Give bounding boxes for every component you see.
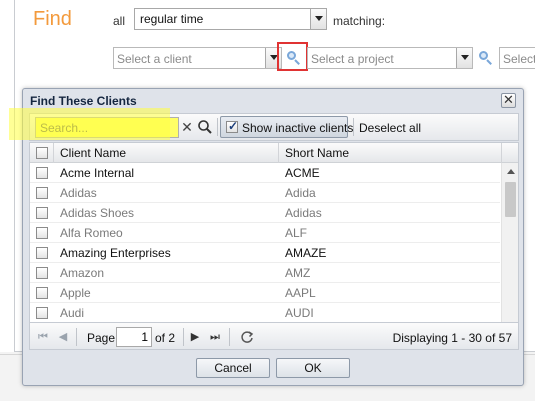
client-name-cell: Acme Internal [60,166,135,180]
row-checkbox[interactable] [36,287,48,299]
short-name-cell: ALF [285,226,308,240]
table-row[interactable]: Amazing Enterprises AMAZE [30,243,500,263]
grid-header: Client Name Short Name [30,143,518,163]
client-name-cell: Adidas [60,186,97,200]
select-all-column [30,143,54,163]
short-name-cell: AMAZE [285,246,327,260]
table-row[interactable]: Alfa Romeo ALF [30,223,500,243]
table-row[interactable]: Adidas Shoes Adidas [30,203,500,223]
grid-scrollbar[interactable] [501,163,518,345]
column-header-client-name[interactable]: Client Name [54,143,279,163]
dialog-title: Find These Clients [30,94,137,108]
time-type-select[interactable]: regular time [134,8,327,30]
callout-highlight-box [277,42,308,71]
extra-select-placeholder: Select [503,52,535,66]
dialog-header: Find These Clients ✕ [23,89,523,111]
extra-select[interactable]: Select [499,47,535,69]
show-inactive-checkbox[interactable] [226,119,238,133]
row-checkbox[interactable] [36,207,48,219]
short-name-cell: AUDI [285,306,314,320]
paging-display-text: Displaying 1 - 30 of 57 [392,331,512,345]
last-page-icon[interactable]: ⏭ [208,330,222,344]
select-all-checkbox[interactable] [36,147,48,159]
column-header-short-name[interactable]: Short Name [279,143,502,163]
row-checkbox[interactable] [36,227,48,239]
client-name-cell: Audi [60,306,85,320]
table-row[interactable]: Amazon AMZ [30,263,500,283]
dialog-toolbar: ✕ Show inactive clients Deselect all [29,113,519,141]
table-row[interactable]: Adidas Adida [30,183,500,203]
previous-page-icon[interactable]: ◀ [56,330,70,344]
search-icon[interactable] [196,118,214,136]
next-page-icon[interactable]: ▶ [188,330,202,344]
scrollbar-thumb[interactable] [505,182,516,217]
paging-toolbar: ⏮ ◀ Page of 2 ▶ ⏭ Displaying 1 - 30 of 5… [29,322,519,350]
chevron-down-icon[interactable] [456,48,472,68]
client-name-cell: Adidas Shoes [60,206,135,220]
short-name-cell: ACME [285,166,320,180]
matching-label: matching: [333,14,386,28]
row-checkbox[interactable] [36,187,48,199]
short-name-cell: AMZ [285,266,311,280]
page-label: Page [87,331,116,345]
row-checkbox[interactable] [36,167,48,179]
table-row[interactable]: Apple AAPL [30,283,500,303]
short-name-cell: Adida [285,186,316,200]
time-type-value: regular time [140,12,204,26]
project-search-icon[interactable] [478,50,494,66]
all-label: all [113,14,126,28]
page-count-label: of 2 [155,331,176,345]
find-title: Find [33,8,72,30]
client-name-cell: Apple [60,286,91,300]
cancel-button[interactable]: Cancel [196,358,270,378]
client-name-cell: Alfa Romeo [60,226,123,240]
show-inactive-label: Show inactive clients [242,121,354,135]
client-search-input[interactable] [36,118,178,137]
ok-button[interactable]: OK [276,358,350,378]
toolbar-separator [217,118,218,136]
project-select[interactable]: Select a project [307,47,473,69]
row-checkbox[interactable] [36,267,48,279]
client-search-field[interactable] [35,117,179,138]
close-icon[interactable]: ✕ [501,93,516,108]
page-number-input[interactable] [116,327,152,347]
toolbar-separator [76,328,77,346]
clear-search-icon[interactable]: ✕ [180,119,194,135]
toolbar-separator [229,328,230,346]
client-select-placeholder: Select a client [117,52,192,66]
show-inactive-toggle[interactable]: Show inactive clients [220,116,353,138]
first-page-icon[interactable]: ⏮ [36,330,50,344]
client-select[interactable]: Select a client [113,47,282,69]
client-name-cell: Amazon [60,266,105,280]
toolbar-separator [183,328,184,346]
deselect-all-button[interactable]: Deselect all [359,121,421,135]
chevron-down-icon[interactable] [310,9,326,29]
refresh-icon[interactable] [240,330,254,344]
toolbar-separator [353,118,354,136]
short-name-cell: Adidas [285,206,322,220]
row-checkbox[interactable] [36,247,48,259]
project-select-placeholder: Select a project [311,52,394,66]
grid-body: Acme Internal ACME Adidas Adida Adidas Shoes… [30,163,500,345]
short-name-cell: AAPL [285,286,316,300]
table-row[interactable]: Audi AUDI [30,303,500,323]
scroll-up-icon[interactable] [507,169,515,174]
clients-grid: Client Name Short Name Acme Internal ACME… [29,142,519,346]
row-checkbox[interactable] [36,307,48,319]
client-name-cell: Amazing Enterprises [60,246,171,260]
table-row[interactable]: Acme Internal ACME [30,163,500,183]
find-clients-dialog: Find These Clients ✕ ✕ Show inactive cli… [22,88,524,386]
